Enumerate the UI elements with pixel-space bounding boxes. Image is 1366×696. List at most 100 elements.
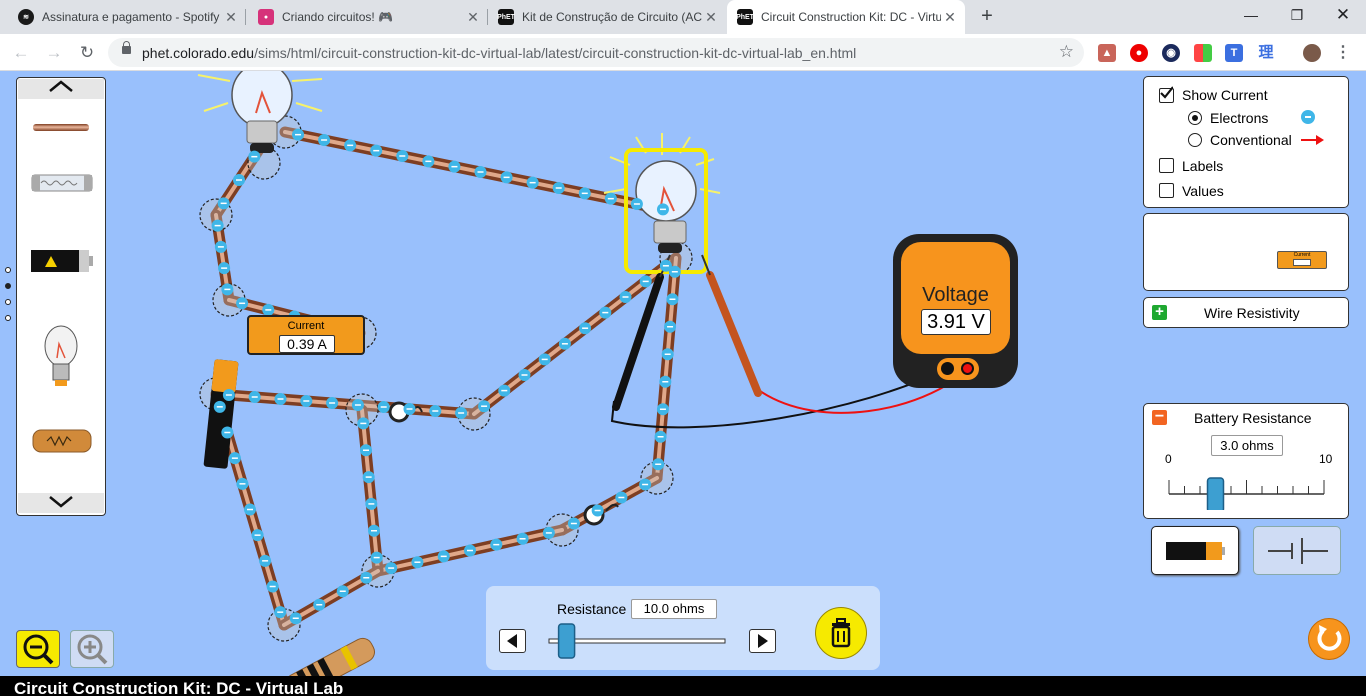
collapse-minus-icon[interactable]: −: [1152, 409, 1167, 425]
battery-icon: [1166, 542, 1225, 560]
zoom-in-button[interactable]: [70, 630, 114, 668]
close-tab-icon[interactable]: ✕: [702, 9, 720, 26]
toolbox-ammeter[interactable]: Current: [1277, 251, 1327, 269]
labels-checkbox[interactable]: [1159, 158, 1174, 173]
zoom-out-icon: [23, 634, 54, 665]
bookmark-star-icon[interactable]: ☆: [1059, 42, 1074, 62]
ammeter-value: 0.39 A: [279, 335, 335, 353]
voltmeter-label: Voltage: [922, 284, 989, 306]
close-tab-icon[interactable]: ✕: [941, 9, 959, 26]
sensor-toolbox: Current: [1143, 213, 1349, 291]
battery-resistance-title: Battery Resistance: [1194, 410, 1312, 426]
electron-particles: [211, 128, 681, 625]
show-current-label: Show Current: [1182, 87, 1268, 103]
resistance-label: Resistance: [557, 601, 627, 617]
tab-kit-construcao[interactable]: PhET Kit de Construção de Circuito (AC) …: [488, 0, 726, 34]
pdf-extension-icon[interactable]: ▲: [1098, 44, 1116, 62]
conventional-label: Conventional: [1210, 132, 1292, 148]
new-tab-button[interactable]: +: [975, 5, 999, 29]
battery-resistance-panel: − Battery Resistance 3.0 ohms 0 10: [1143, 403, 1349, 519]
slider-max-label: 10: [1319, 452, 1333, 466]
toolbox-items: [31, 124, 93, 453]
menu-kebab-icon[interactable]: ⋮: [1334, 44, 1352, 62]
tab-title: Assinatura e pagamento - Spotify: [42, 10, 220, 24]
zoom-out-button[interactable]: [16, 630, 60, 668]
resistance-slider[interactable]: [544, 621, 730, 661]
slider-min-label: 0: [1165, 452, 1172, 466]
battery-type-button[interactable]: [1151, 526, 1239, 575]
reset-all-button[interactable]: [1308, 618, 1350, 660]
ammeter-probe[interactable]: Current 0.39 A: [247, 315, 365, 355]
battery-resistance-slider[interactable]: [1164, 470, 1334, 510]
screen-dot[interactable]: [5, 267, 11, 273]
resistance-value: 10.0 ohms: [631, 599, 717, 619]
screen-dot[interactable]: [5, 283, 11, 289]
battery-resistance-value: 3.0 ohms: [1211, 435, 1283, 456]
toolbox-fuse[interactable]: [31, 174, 93, 192]
screen-dot[interactable]: [5, 299, 11, 305]
toolbox-resistor[interactable]: [32, 429, 92, 453]
zoom-in-icon: [77, 634, 108, 665]
color-extension-icon[interactable]: [1194, 44, 1212, 62]
expand-plus-icon[interactable]: +: [1152, 304, 1167, 320]
dictionary-extension-icon[interactable]: 理: [1257, 44, 1275, 62]
adblock-extension-icon[interactable]: ●: [1130, 44, 1148, 62]
restore-button[interactable]: ❐: [1274, 0, 1320, 30]
values-label: Values: [1182, 183, 1224, 199]
component-toolbox: [16, 77, 106, 516]
tab-spotify[interactable]: ≋ Assinatura e pagamento - Spotify ✕: [8, 0, 246, 34]
tab-circuit-construction-kit[interactable]: PhET Circuit Construction Kit: DC - Virt…: [727, 0, 965, 34]
address-bar[interactable]: phet.colorado.edu/sims/html/circuit-cons…: [108, 38, 1084, 67]
sim-title: Circuit Construction Kit: DC - Virtual L…: [14, 679, 344, 696]
values-checkbox[interactable]: [1159, 183, 1174, 198]
voltmeter[interactable]: Voltage 3.91 V: [893, 234, 1018, 388]
url-text: phet.colorado.edu/sims/html/circuit-cons…: [142, 45, 857, 61]
back-button[interactable]: ←: [9, 41, 33, 65]
show-current-checkbox[interactable]: [1159, 86, 1174, 103]
resistance-edit-panel: Resistance 10.0 ohms: [486, 586, 880, 670]
tab-title: Criando circuitos! 🎮: [282, 10, 393, 24]
increment-button[interactable]: [749, 629, 776, 653]
tab-criando-circuitos[interactable]: ● Criando circuitos! 🎮 ✕: [248, 0, 488, 34]
reload-button[interactable]: ↻: [75, 41, 99, 65]
minimize-button[interactable]: —: [1228, 0, 1274, 30]
trash-icon: [831, 618, 851, 648]
spotify-icon: ≋: [18, 9, 34, 25]
wire-resistivity-label: Wire Resistivity: [1204, 305, 1300, 321]
toolbox-scroll-up-button[interactable]: [18, 79, 104, 99]
simulation-area: Current 0.39 A Voltage 3.91 V Show Curre…: [0, 71, 1366, 676]
wire-resistivity-panel[interactable]: + Wire Resistivity: [1143, 297, 1349, 328]
close-window-button[interactable]: ✕: [1320, 0, 1366, 30]
tab-title: Circuit Construction Kit: DC - Virtual L…: [761, 10, 941, 24]
conventional-radio[interactable]: [1188, 133, 1202, 147]
electron-icon: [1301, 110, 1315, 124]
electrons-label: Electrons: [1210, 110, 1269, 126]
toolbox-battery[interactable]: [31, 250, 93, 272]
profile-avatar[interactable]: [1303, 44, 1321, 62]
decrement-button[interactable]: [499, 629, 526, 653]
conventional-arrow-icon: [1301, 135, 1324, 145]
screen-dot[interactable]: [5, 315, 11, 321]
forward-button[interactable]: →: [42, 41, 66, 65]
screen-indicator-dots: [5, 267, 11, 331]
close-tab-icon[interactable]: ✕: [464, 9, 482, 26]
resistor[interactable]: [282, 635, 378, 676]
toolbox-light-bulb[interactable]: [44, 325, 78, 386]
close-tab-icon[interactable]: ✕: [222, 9, 240, 26]
schematic-battery-icon: [1268, 538, 1328, 564]
voltmeter-jacks: [937, 358, 979, 380]
toolbox-scroll-down-button[interactable]: [18, 493, 104, 513]
schematic-type-button[interactable]: [1253, 526, 1341, 575]
eye-extension-icon[interactable]: ◉: [1162, 44, 1180, 62]
display-options-panel: Show Current Electrons Conventional Labe…: [1143, 76, 1349, 208]
ammeter-label: Current: [287, 320, 325, 332]
browser-toolbar: ← → ↻ phet.colorado.edu/sims/html/circui…: [0, 34, 1366, 71]
browser-tab-strip: ≋ Assinatura e pagamento - Spotify ✕ ● C…: [0, 0, 1366, 34]
black-jack-icon: [941, 362, 954, 375]
wire-highlight: [655, 256, 678, 480]
phet-icon: PhET: [736, 9, 754, 25]
delete-button[interactable]: [815, 607, 867, 659]
translate-extension-icon[interactable]: T: [1225, 44, 1243, 62]
electrons-radio[interactable]: [1188, 111, 1202, 125]
toolbox-wire[interactable]: [33, 124, 89, 131]
